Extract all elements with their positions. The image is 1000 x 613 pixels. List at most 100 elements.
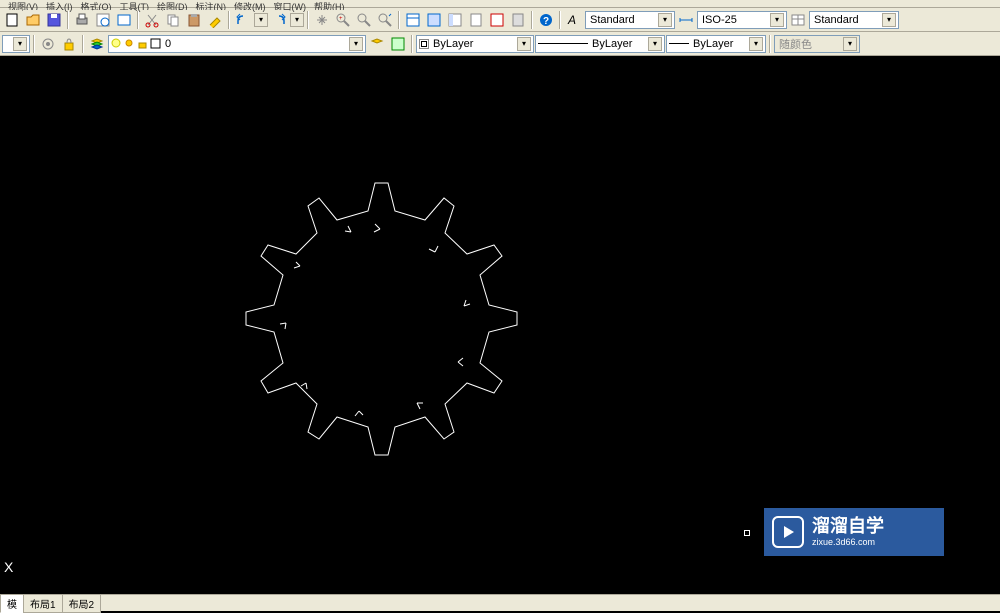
plotstyle-value: 随颜色 [777, 36, 814, 52]
text-style-icon[interactable]: A [564, 10, 584, 30]
watermark: 溜溜自学 zixue.3d66.com [764, 508, 944, 556]
menu-modify[interactable]: 修改(M) [230, 0, 270, 7]
layer-dropdown[interactable]: 0 ▾ [108, 35, 366, 53]
calculator-button[interactable] [508, 10, 528, 30]
separator [307, 11, 309, 29]
layer-state-icons [111, 38, 161, 49]
tool-palettes-button[interactable] [445, 10, 465, 30]
zoom-realtime-button[interactable]: + [333, 10, 353, 30]
lightbulb-icon [111, 38, 122, 49]
menu-view[interactable]: 视图(V) [4, 0, 42, 7]
linetype-value: ByLayer [590, 38, 634, 50]
menu-tools[interactable]: 工具(T) [116, 0, 154, 7]
workspace-lock-button[interactable] [59, 34, 79, 54]
zoom-window-button[interactable] [354, 10, 374, 30]
toolbar-layers: ▾ 0 ▾ ByLayer ▾ ByLayer ▾ ByLayer [0, 32, 1000, 56]
watermark-url: zixue.3d66.com [812, 537, 884, 548]
new-file-button[interactable] [2, 10, 22, 30]
snap-marker-icon [744, 530, 750, 536]
drawing-canvas[interactable]: X 溜溜自学 zixue.3d66.com [0, 56, 1000, 600]
separator [559, 11, 561, 29]
dropdown-arrow-icon: ▾ [843, 37, 857, 51]
menu-draw[interactable]: 绘图(D) [153, 0, 192, 7]
separator [33, 35, 35, 53]
dropdown-arrow-icon: ▾ [349, 37, 363, 51]
svg-text:+: + [339, 16, 343, 22]
markup-button[interactable] [487, 10, 507, 30]
table-style-icon[interactable] [788, 10, 808, 30]
dim-style-icon[interactable] [676, 10, 696, 30]
dropdown-arrow-icon: ▾ [517, 37, 531, 51]
text-style-value: Standard [588, 14, 637, 26]
text-style-dropdown[interactable]: Standard ▾ [585, 11, 675, 29]
separator [411, 35, 413, 53]
menu-dim[interactable]: 标注(N) [192, 0, 231, 7]
color-swatch-icon [419, 39, 429, 49]
dropdown-arrow-icon: ▾ [658, 13, 672, 27]
cut-button[interactable] [142, 10, 162, 30]
separator [769, 35, 771, 53]
menu-bar: 视图(V) 插入(I) 格式(O) 工具(T) 绘图(D) 标注(N) 修改(M… [0, 0, 1000, 8]
redo-button[interactable] [269, 10, 289, 30]
menu-insert[interactable]: 插入(I) [42, 0, 77, 7]
paste-button[interactable] [184, 10, 204, 30]
layer-previous-button[interactable] [367, 34, 387, 54]
undo-button[interactable] [233, 10, 253, 30]
tab-layout1[interactable]: 布局1 [23, 594, 63, 613]
copy-button[interactable] [163, 10, 183, 30]
dropdown-arrow-icon: ▾ [770, 13, 784, 27]
lineweight-sample-icon [669, 43, 689, 44]
separator [82, 35, 84, 53]
color-dropdown[interactable]: ByLayer ▾ [416, 35, 534, 53]
plotstyle-dropdown[interactable]: 随颜色 ▾ [774, 35, 860, 53]
design-center-button[interactable] [424, 10, 444, 30]
dropdown-arrow-icon: ▾ [882, 13, 896, 27]
layer-states-button[interactable] [388, 34, 408, 54]
color-swatch-icon [150, 38, 161, 49]
dropdown-arrow-icon: ▾ [13, 37, 27, 51]
lineweight-value: ByLayer [691, 38, 735, 50]
separator [228, 11, 230, 29]
layer-manager-button[interactable] [87, 34, 107, 54]
menu-window[interactable]: 窗口(W) [270, 0, 311, 7]
redo-dropdown-arrow[interactable]: ▾ [290, 13, 304, 27]
workspace-settings-button[interactable] [38, 34, 58, 54]
dropdown-arrow-icon: ▾ [749, 37, 763, 51]
watermark-title: 溜溜自学 [812, 516, 884, 538]
help-button[interactable]: ? [536, 10, 556, 30]
menu-help[interactable]: 帮助(H) [310, 0, 349, 7]
lineweight-dropdown[interactable]: ByLayer ▾ [666, 35, 766, 53]
tab-model[interactable]: 模 [0, 594, 24, 613]
pan-button[interactable] [312, 10, 332, 30]
dim-style-dropdown[interactable]: ISO-25 ▾ [697, 11, 787, 29]
svg-text:?: ? [543, 16, 549, 27]
properties-button[interactable] [403, 10, 423, 30]
match-properties-button[interactable] [205, 10, 225, 30]
gear-drawing [230, 174, 520, 464]
lock-icon [137, 38, 148, 49]
separator [398, 11, 400, 29]
toolbar-standard: ▾ ▾ + ? A Standard ▾ ISO-25 ▾ Standard ▾ [0, 8, 1000, 32]
sun-icon [124, 38, 135, 49]
sheet-set-button[interactable] [466, 10, 486, 30]
open-file-button[interactable] [23, 10, 43, 30]
publish-button[interactable] [114, 10, 134, 30]
dim-style-value: ISO-25 [700, 14, 739, 26]
plot-preview-button[interactable] [93, 10, 113, 30]
table-style-value: Standard [812, 14, 861, 26]
linetype-dropdown[interactable]: ByLayer ▾ [535, 35, 665, 53]
print-button[interactable] [72, 10, 92, 30]
linetype-sample-icon [538, 43, 588, 44]
zoom-previous-button[interactable] [375, 10, 395, 30]
workspace-dropdown[interactable]: ▾ [2, 35, 30, 53]
undo-dropdown-arrow[interactable]: ▾ [254, 13, 268, 27]
layer-name: 0 [163, 38, 173, 50]
table-style-dropdown[interactable]: Standard ▾ [809, 11, 899, 29]
tab-layout2[interactable]: 布局2 [62, 594, 102, 613]
color-value: ByLayer [431, 38, 475, 50]
save-button[interactable] [44, 10, 64, 30]
separator [137, 11, 139, 29]
layout-tabs-bar: 模 布局1 布局2 [0, 594, 1000, 611]
svg-text:A: A [567, 13, 576, 27]
menu-format[interactable]: 格式(O) [77, 0, 116, 7]
